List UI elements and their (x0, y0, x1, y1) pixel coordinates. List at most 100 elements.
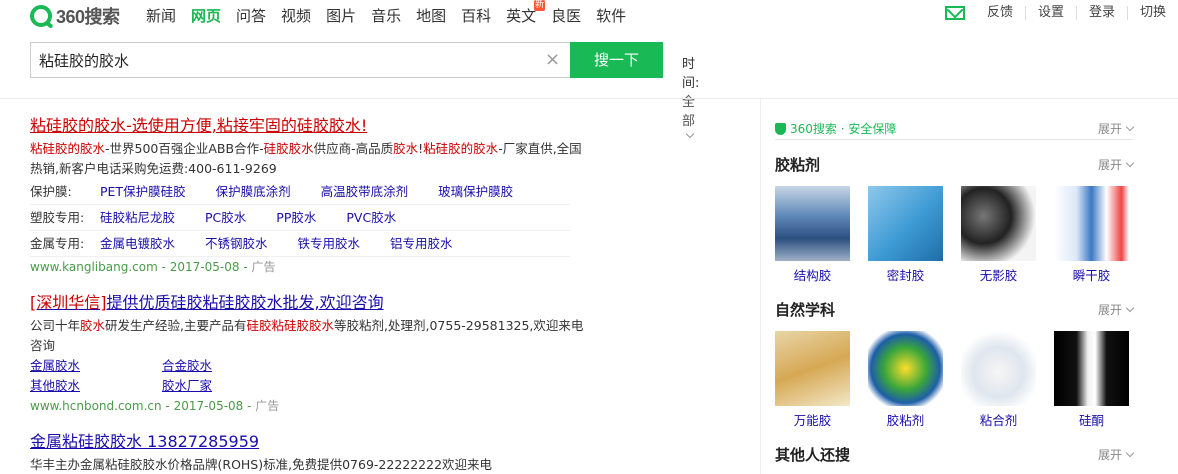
thumb-row: 万能胶 胶粘剂 粘合剂 硅酮 (775, 331, 1133, 430)
result-item: 粘硅胶的胶水-选使用方便,粘接牢固的硅胶胶水! 粘硅胶的胶水-世界500百强企业… (30, 114, 590, 277)
search-button[interactable]: 搜一下 (570, 42, 663, 78)
expand-button[interactable]: 展开 (1098, 118, 1135, 140)
column-separator (760, 99, 761, 474)
nav-web[interactable]: 网页 (191, 6, 221, 26)
thumb-image[interactable] (868, 186, 943, 261)
thumb-item[interactable]: 硅酮 (1054, 331, 1129, 430)
grid-link[interactable]: 合金胶水 (162, 356, 294, 376)
logo-text: 360搜索 (56, 7, 120, 27)
result-title[interactable]: [深圳华信]提供优质硅胶粘硅胶胶水批发,欢迎咨询 (30, 291, 590, 315)
thumb-caption[interactable]: 结构胶 (775, 267, 850, 285)
thumb-caption[interactable]: 无影胶 (961, 267, 1036, 285)
thumb-item[interactable]: 密封胶 (868, 186, 943, 285)
grid-link[interactable]: 其他胶水 (30, 376, 162, 396)
expand-button[interactable]: 展开 (1098, 444, 1135, 466)
thumb-image[interactable] (961, 186, 1036, 261)
result-title[interactable]: 粘硅胶的胶水-选使用方便,粘接牢固的硅胶胶水! (30, 114, 590, 138)
sublink[interactable]: 硅胶粘尼龙胶 (100, 205, 175, 230)
chevron-down-icon (1125, 158, 1135, 168)
thumb-image[interactable] (868, 331, 943, 406)
nav-software[interactable]: 软件 (596, 6, 626, 26)
ad-label: 广告 (251, 260, 276, 274)
switch-link[interactable]: 切换 (1126, 6, 1178, 20)
panel-section: 胶粘剂 展开 结构胶 密封胶 无影胶 瞬干胶 (775, 154, 1135, 285)
thumb-caption[interactable]: 粘合剂 (961, 412, 1036, 430)
panel-section: 其他人还搜 展开 (775, 444, 1135, 466)
desc-part: 粘硅胶的胶水 (30, 141, 106, 156)
section-header: 自然学科 展开 (775, 299, 1135, 321)
chevron-down-icon (1125, 448, 1135, 458)
sublink[interactable]: 不锈钢胶水 (205, 231, 268, 256)
shield-icon (775, 123, 786, 135)
expand-button[interactable]: 展开 (1097, 299, 1135, 321)
nav-baike[interactable]: 百科 (461, 6, 491, 26)
safety-label: 360搜索 · 安全保障 (790, 122, 897, 136)
sublink[interactable]: 玻璃保护膜胶 (438, 179, 513, 204)
result-desc: 粘硅胶的胶水-世界500百强企业ABB合作-硅胶胶水供应商-高品质胶水!粘硅胶的… (30, 139, 590, 179)
section-header: 胶粘剂 展开 (775, 154, 1135, 176)
mail-icon[interactable] (944, 6, 965, 20)
section-title: 其他人还搜 (775, 446, 851, 464)
thumb-item[interactable]: 胶粘剂 (868, 331, 943, 430)
thumb-item[interactable]: 万能胶 (775, 331, 850, 430)
nav-images[interactable]: 图片 (326, 6, 356, 26)
right-panel: 360搜索 · 安全保障 展开 胶粘剂 展开 结构胶 密封胶 无影胶 瞬干胶 自… (775, 118, 1135, 466)
nav-news[interactable]: 新闻 (146, 6, 176, 26)
settings-link[interactable]: 设置 (1024, 6, 1076, 20)
result-desc: 华丰主办金属粘硅胶胶水价格品牌(ROHS)标准,免费提供0769-2222222… (30, 457, 493, 472)
result-url: www.kanglibang.com - 2017-05-08 - 广告 (30, 257, 590, 277)
thumb-caption[interactable]: 万能胶 (775, 412, 850, 430)
thumb-image[interactable] (775, 186, 850, 261)
sublink[interactable]: 金属电镀胶水 (100, 231, 175, 256)
sublink[interactable]: 铁专用胶水 (298, 231, 361, 256)
logo[interactable]: 360搜索 (30, 4, 120, 28)
result-item: 金属粘硅胶胶水 13827285959 华丰主办金属粘硅胶胶水价格品牌(ROHS… (30, 430, 590, 474)
expand-button[interactable]: 展开 (1098, 154, 1135, 176)
thumb-image[interactable] (1054, 186, 1129, 261)
result-url: www.hcnbond.com.cn - 2017-05-08 - 广告 (30, 396, 590, 416)
nav-doctor[interactable]: 良医 (551, 6, 581, 26)
nav-music[interactable]: 音乐 (371, 6, 401, 26)
desc-part: 研发生产经验,主要产品有 (105, 318, 247, 333)
result-item: [深圳华信]提供优质硅胶粘硅胶胶水批发,欢迎咨询 公司十年胶水研发生产经验,主要… (30, 291, 590, 416)
desc-part: 公司十年 (30, 318, 81, 333)
thumb-caption[interactable]: 密封胶 (868, 267, 943, 285)
nav-map[interactable]: 地图 (416, 6, 446, 26)
grid-link[interactable]: 金属胶水 (30, 356, 162, 376)
grid-link[interactable]: 胶水厂家 (162, 376, 294, 396)
result-grid-links: 金属胶水 合金胶水 其他胶水 胶水厂家 (30, 356, 590, 396)
safety-bar: 360搜索 · 安全保障 展开 (775, 118, 1135, 140)
sublink[interactable]: PVC胶水 (346, 205, 396, 230)
nav-video[interactable]: 视频 (281, 6, 311, 26)
result-title[interactable]: 金属粘硅胶胶水 13827285959 (30, 430, 590, 454)
sublink[interactable]: 铝专用胶水 (390, 231, 453, 256)
thumb-image[interactable] (775, 331, 850, 406)
new-badge: 新 (534, 0, 546, 11)
sublink[interactable]: PET保护膜硅胶 (100, 179, 186, 204)
thumb-item[interactable]: 结构胶 (775, 186, 850, 285)
feedback-link[interactable]: 反馈 (975, 6, 1025, 20)
result-sublinks: 保护膜: PET保护膜硅胶 保护膜底涂剂 高温胶带底涂剂 玻璃保护膜胶 塑胶专用… (30, 179, 590, 257)
thumb-item[interactable]: 无影胶 (961, 186, 1036, 285)
login-link[interactable]: 登录 (1075, 6, 1127, 20)
thumb-caption[interactable]: 胶粘剂 (868, 412, 943, 430)
sublink-row: 塑胶专用: 硅胶粘尼龙胶 PC胶水 PP胶水 PVC胶水 (30, 205, 570, 231)
thumb-item[interactable]: 粘合剂 (961, 331, 1036, 430)
clear-icon[interactable]: × (545, 49, 560, 70)
title-part: 批发,欢迎咨询 (282, 293, 384, 312)
sublink[interactable]: PP胶水 (276, 205, 316, 230)
sublink[interactable]: PC胶水 (205, 205, 246, 230)
thumb-caption[interactable]: 瞬干胶 (1054, 267, 1129, 285)
top-links: 反馈 设置 登录 切换 (944, 6, 1178, 20)
nav-english[interactable]: 英文新 (506, 0, 546, 26)
top-bar: 360搜索 新闻 网页 问答 视频 图片 音乐 地图 百科 英文新 良医 软件 … (0, 0, 1178, 32)
thumb-image[interactable] (1054, 331, 1129, 406)
thumb-image[interactable] (961, 331, 1036, 406)
expand-label: 展开 (1097, 303, 1122, 317)
sublink[interactable]: 高温胶带底涂剂 (321, 179, 409, 204)
nav-qa[interactable]: 问答 (236, 6, 266, 26)
search-input[interactable] (31, 43, 531, 77)
sublink[interactable]: 保护膜底涂剂 (216, 179, 291, 204)
thumb-item[interactable]: 瞬干胶 (1054, 186, 1129, 285)
thumb-caption[interactable]: 硅酮 (1054, 412, 1129, 430)
